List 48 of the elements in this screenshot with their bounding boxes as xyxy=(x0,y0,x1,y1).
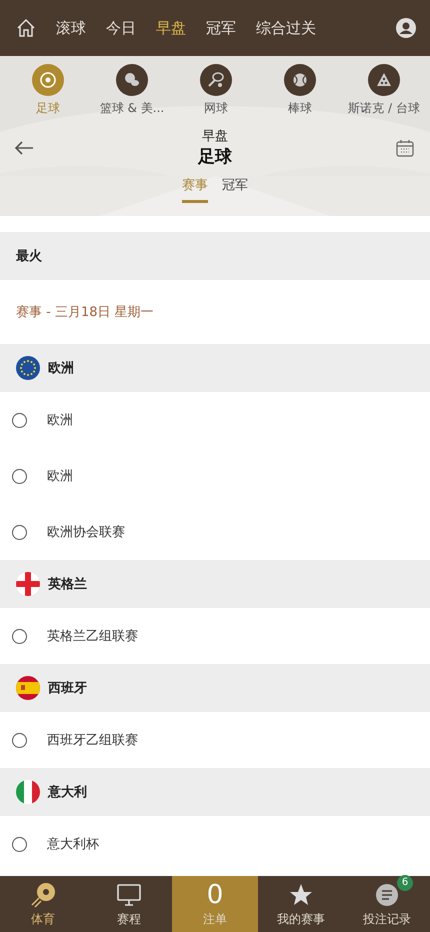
league-checkbox[interactable] xyxy=(12,732,27,748)
league-checkbox[interactable] xyxy=(12,524,27,540)
nav-tab[interactable]: 早盘 xyxy=(156,18,186,38)
league-checkbox[interactable] xyxy=(12,412,27,428)
league-row[interactable]: 西班牙乙组联赛 xyxy=(0,712,430,768)
date-label: 赛事 - 三月18日 星期一 xyxy=(16,304,154,321)
billiard-rack-icon xyxy=(368,64,400,96)
eu-flag-icon xyxy=(16,356,40,380)
baseball-icon xyxy=(284,64,316,96)
nav-tab[interactable]: 今日 xyxy=(106,18,136,38)
page-title: 足球 xyxy=(198,146,232,168)
bottom-nav-item[interactable]: 赛程 xyxy=(86,876,172,932)
soccer-ball-icon xyxy=(29,880,57,908)
league-row[interactable]: 欧洲 xyxy=(0,448,430,504)
league-checkbox[interactable] xyxy=(12,836,27,852)
sport-tab[interactable]: 篮球 & 美... xyxy=(90,64,174,117)
account-icon[interactable] xyxy=(396,18,416,38)
league-checkbox[interactable] xyxy=(12,628,27,644)
region-name: 西班牙 xyxy=(48,680,87,697)
england-flag-icon xyxy=(16,572,40,596)
sport-tab[interactable]: 网球 xyxy=(174,64,258,117)
spain-flag-icon xyxy=(16,676,40,700)
bottom-nav-item[interactable]: 我的赛事 xyxy=(258,876,344,932)
league-row[interactable]: 意大利杯 xyxy=(0,816,430,872)
back-arrow-icon[interactable] xyxy=(14,140,34,156)
nav-tab[interactable]: 滚球 xyxy=(56,18,86,38)
page-subtitle: 早盘 xyxy=(202,128,228,145)
home-icon[interactable] xyxy=(16,18,36,38)
nav-tab[interactable]: 冠军 xyxy=(206,18,236,38)
league-row[interactable]: 英格兰乙组联赛 xyxy=(0,608,430,664)
league-row[interactable]: 欧洲协会联赛 xyxy=(0,504,430,560)
region-name: 英格兰 xyxy=(48,576,87,593)
sport-tab[interactable]: 棒球 xyxy=(258,64,342,117)
region-name: 意大利 xyxy=(48,784,87,801)
calendar-icon[interactable] xyxy=(396,138,414,156)
league-checkbox[interactable] xyxy=(12,468,27,484)
league-row[interactable]: 欧洲 xyxy=(0,392,430,448)
nav-tab[interactable]: 综合过关 xyxy=(256,18,316,38)
region-name: 欧洲 xyxy=(48,360,74,377)
section-heading: 最火 xyxy=(16,248,42,265)
italy-flag-icon xyxy=(16,780,40,804)
count-badge: 6 xyxy=(397,874,413,890)
bottom-nav-item[interactable]: 6 投注记录 xyxy=(344,876,430,932)
bottom-nav-item[interactable]: 体育 xyxy=(0,876,86,932)
tab[interactable]: 冠军 xyxy=(222,176,248,203)
soccer-ball-icon xyxy=(32,64,64,96)
tennis-racket-icon xyxy=(200,64,232,96)
sport-tab[interactable]: 斯诺克 / 台球 xyxy=(342,64,426,117)
